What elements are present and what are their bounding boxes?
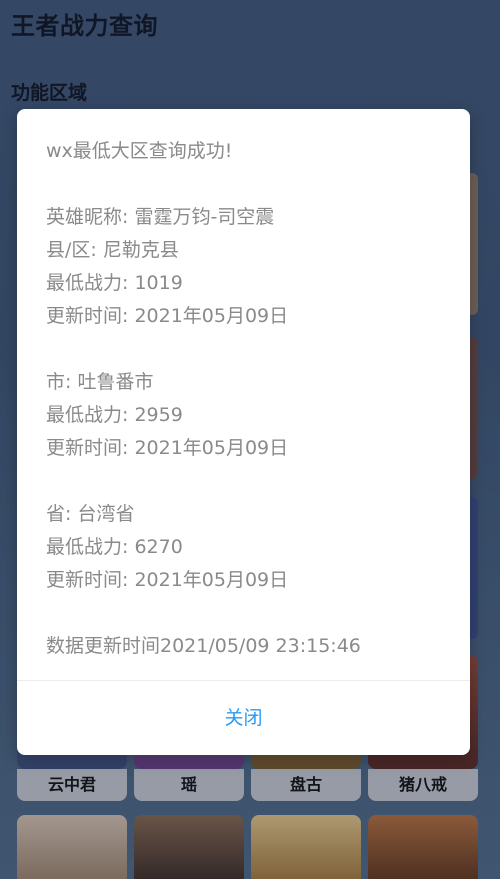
city-updated: 更新时间: 2021年05月09日	[46, 437, 289, 459]
county-region: 县/区: 尼勒克县	[46, 239, 179, 261]
hero-nickname: 英雄昵称: 雷霆万钧-司空震	[46, 206, 275, 228]
province-power: 最低战力: 6270	[46, 536, 183, 558]
county-power: 最低战力: 1019	[46, 272, 183, 294]
result-dialog: wx最低大区查询成功! 英雄昵称: 雷霆万钧-司空震 县/区: 尼勒克县 最低战…	[17, 109, 470, 755]
dialog-message: wx最低大区查询成功! 英雄昵称: 雷霆万钧-司空震 县/区: 尼勒克县 最低战…	[46, 135, 450, 663]
county-updated: 更新时间: 2021年05月09日	[46, 305, 289, 327]
dialog-header: wx最低大区查询成功!	[46, 140, 233, 162]
province-region: 省: 台湾省	[46, 503, 135, 525]
city-region: 市: 吐鲁番市	[46, 371, 154, 393]
data-updated-time: 数据更新时间2021/05/09 23:15:46	[46, 635, 361, 657]
city-power: 最低战力: 2959	[46, 404, 183, 426]
province-updated: 更新时间: 2021年05月09日	[46, 569, 289, 591]
close-button[interactable]: 关闭	[17, 681, 470, 755]
